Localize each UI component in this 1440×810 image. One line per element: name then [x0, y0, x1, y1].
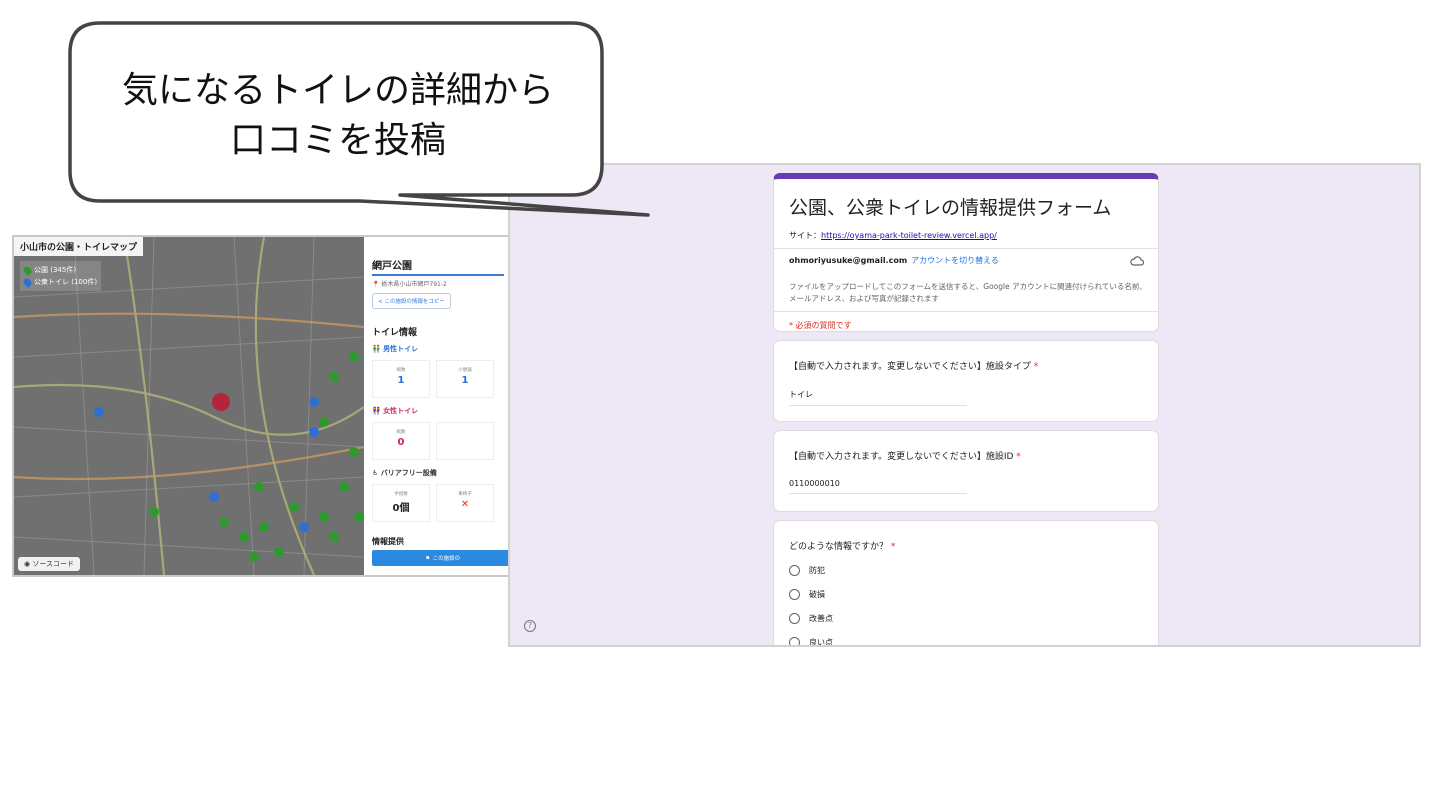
facility-type-input[interactable]: トイレ: [789, 389, 967, 406]
facility-detail-panel: 網戸公園 📍 栃木県小山市網戸791-2 ≺ この施設の情報をコピー トイレ情報…: [364, 237, 510, 575]
callout-line-1: 気になるトイレの詳細から: [121, 70, 554, 111]
male-toilet-cells: 総数 1 小便器 1: [372, 360, 504, 398]
female-toilet-heading: 👭 女性トイレ: [372, 406, 504, 416]
cell-value: 0: [397, 437, 405, 448]
radio-option-damage[interactable]: 破損: [789, 589, 825, 600]
option-label: 防犯: [809, 566, 825, 575]
form-header-card: 公園、公衆トイレの情報提供フォーム サイト：https://oyama-park…: [773, 173, 1159, 332]
option-label: 改善点: [809, 614, 833, 623]
site-prefix: サイト：: [789, 231, 821, 240]
barrier-free-label: バリアフリー設備: [380, 469, 437, 477]
cell-value: 1: [397, 375, 405, 386]
switch-account-link[interactable]: アカウントを切り替える: [911, 256, 999, 265]
barrier-free-heading: ♿ バリアフリー設備: [372, 468, 504, 478]
site-link[interactable]: https://oyama-park-toilet-review.vercel.…: [821, 231, 997, 240]
cell-label: 総数: [396, 368, 406, 373]
question-facility-type: 【自動で入力されます。変更しないでください】施設タイプ * トイレ: [773, 340, 1159, 422]
wheelchair-cell: 車椅子 ✕: [436, 484, 494, 522]
radio-button[interactable]: [789, 565, 800, 576]
cell-label: 車椅子: [458, 492, 472, 497]
park-address: 📍 栃木県小山市網戸791-2: [372, 279, 504, 288]
copy-info-button[interactable]: ≺ この施設の情報をコピー: [372, 293, 451, 309]
map-app-screenshot: 小山市の公園・トイレマップ 公園 (345件) 公衆トイレ (100件) ◉ ソ…: [12, 235, 512, 577]
female-toilet-cells: 総数 0: [372, 422, 504, 460]
required-note: * 必須の質問です: [789, 321, 852, 330]
radio-option-crime-prevention[interactable]: 防犯: [789, 565, 825, 576]
radio-option-improvement[interactable]: 改善点: [789, 613, 833, 624]
form-title: 公園、公衆トイレの情報提供フォーム: [789, 197, 1112, 219]
map-title: 小山市の公園・トイレマップ: [14, 237, 144, 256]
question-title: 【自動で入力されます。変更しないでください】施設ID *: [789, 449, 1021, 462]
legend-label: 公園 (345件): [34, 266, 77, 274]
radio-option-good-point[interactable]: 良い点: [789, 637, 833, 647]
radio-button[interactable]: [789, 637, 800, 645]
cell-label: 手摺数: [394, 492, 408, 497]
legend-item-toilets: 公衆トイレ (100件): [21, 276, 98, 288]
account-email: ohmoriyusuke@gmail.com: [789, 256, 908, 265]
question-title: どのような情報ですか？ *: [789, 539, 895, 552]
question-text: どのような情報ですか？: [789, 542, 889, 552]
question-info-type: どのような情報ですか？ * 防犯 破損 改善点 良い点: [773, 520, 1159, 647]
divider: [774, 311, 1158, 312]
question-text: 【自動で入力されます。変更しないでください】施設タイプ: [789, 362, 1031, 372]
female-toilet-label: 女性トイレ: [383, 407, 419, 415]
source-code-label: ソースコード: [32, 560, 74, 568]
option-label: 良い点: [809, 638, 833, 647]
help-icon[interactable]: ?: [524, 620, 536, 632]
location-pin-icon: 📍: [372, 281, 380, 288]
post-review-label: この施設の: [432, 556, 461, 562]
female-icon: 👭: [372, 407, 381, 415]
male-urinal-cell: 小便器 1: [436, 360, 494, 398]
cell-label: 総数: [396, 430, 406, 435]
male-toilet-label: 男性トイレ: [383, 345, 419, 353]
handrail-cell: 手摺数 0個: [372, 484, 430, 522]
source-code-button[interactable]: ◉ ソースコード: [18, 557, 80, 571]
male-toilet-heading: 👬 男性トイレ: [372, 344, 504, 354]
barrier-free-cells: 手摺数 0個 車椅子 ✕: [372, 484, 504, 522]
male-icon: 👬: [372, 345, 381, 353]
legend-label: 公衆トイレ (100件): [34, 278, 98, 286]
question-facility-id: 【自動で入力されます。変更しないでください】施設ID * 0110000010: [773, 430, 1159, 512]
cell-value: 1: [461, 375, 469, 386]
address-text: 栃木県小山市網戸791-2: [381, 281, 447, 288]
required-star: *: [890, 542, 896, 552]
github-icon: ◉: [24, 560, 31, 568]
google-form-screenshot: 公園、公衆トイレの情報提供フォーム サイト：https://oyama-park…: [508, 163, 1421, 647]
map-view[interactable]: 小山市の公園・トイレマップ 公園 (345件) 公衆トイレ (100件) ◉ ソ…: [14, 237, 364, 575]
site-line: サイト：https://oyama-park-toilet-review.ver…: [789, 230, 997, 241]
question-title: 【自動で入力されます。変更しないでください】施設タイプ *: [789, 359, 1038, 372]
female-extra-cell: [436, 422, 494, 460]
cloud-icon: [1130, 256, 1144, 266]
cell-label: 小便器: [458, 368, 472, 373]
radio-button[interactable]: [789, 613, 800, 624]
required-star: *: [1016, 452, 1021, 462]
toilet-pin-icon: [21, 276, 34, 288]
comment-icon: ▪: [425, 555, 430, 561]
map-legend: 公園 (345件) 公衆トイレ (100件): [20, 261, 102, 291]
male-total-cell: 総数 1: [372, 360, 430, 398]
share-icon: ≺: [378, 299, 383, 305]
option-label: 破損: [809, 590, 825, 599]
callout-line-2: 口コミを投稿: [229, 120, 446, 161]
park-name: 網戸公園: [372, 257, 504, 276]
account-line: ohmoriyusuke@gmail.com アカウントを切り替える: [789, 255, 999, 266]
radio-button[interactable]: [789, 589, 800, 600]
post-review-button[interactable]: ▪ この施設の: [372, 550, 510, 566]
toilet-info-heading: トイレ情報: [372, 328, 418, 338]
callout-text: 気になるトイレの詳細から 口コミを投稿: [74, 66, 602, 166]
account-notice: ファイルをアップロードしてこのフォームを送信すると、Google アカウントに関…: [789, 282, 1147, 303]
info-provide-heading: 情報提供: [372, 537, 404, 546]
facility-id-input[interactable]: 0110000010: [789, 479, 967, 494]
wheelchair-icon: ♿: [372, 469, 379, 477]
female-total-cell: 総数 0: [372, 422, 430, 460]
slide: 気になるトイレの詳細から 口コミを投稿 小山市の公園・トイレマップ 公園 (34…: [0, 0, 1440, 810]
park-pin-icon: [21, 264, 34, 276]
question-text: 【自動で入力されます。変更しないでください】施設ID: [789, 452, 1014, 462]
copy-info-label: この施設の情報をコピー: [384, 299, 445, 305]
required-star: *: [1033, 362, 1039, 372]
divider: [774, 248, 1158, 249]
legend-item-parks: 公園 (345件): [21, 264, 97, 276]
cross-icon: ✕: [460, 499, 470, 510]
cell-value: 0個: [392, 503, 410, 514]
